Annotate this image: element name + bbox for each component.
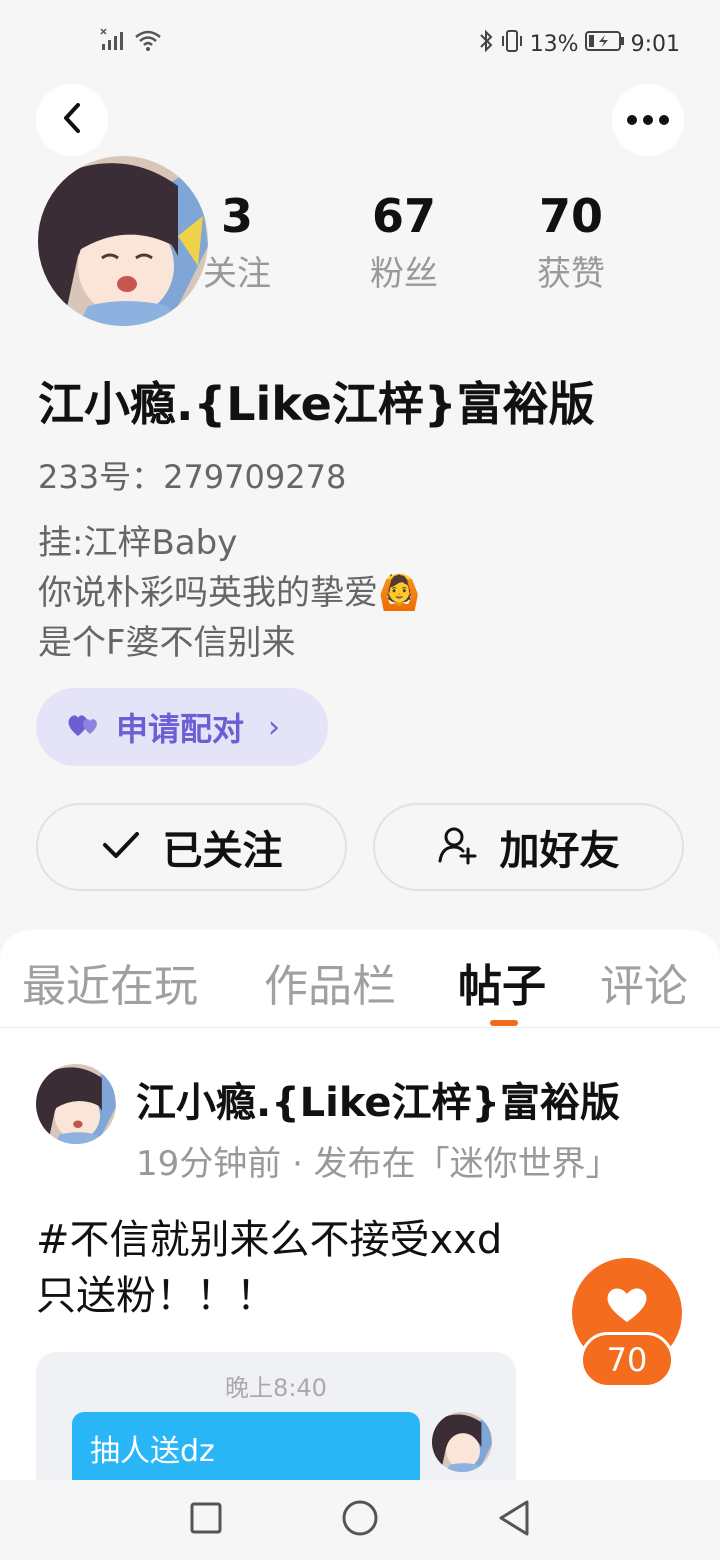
apply-pair-label: 申请配对 [116,710,245,748]
tab-comments[interactable]: 评论 [600,950,688,1014]
vibrate-icon [500,28,524,60]
stat-fans-value: 67 [371,189,436,243]
active-tab-indicator [490,1020,518,1026]
status-bar: 13% 9:01 [0,0,720,84]
home-button[interactable] [340,1500,380,1540]
check-icon [101,830,141,864]
back-button[interactable] [36,84,108,156]
add-friend-label: 加好友 [499,828,620,874]
chevron-left-icon [57,101,87,139]
stat-likes-value: 70 [538,189,603,243]
stat-following-label: 关注 [203,254,271,294]
like-count: 70 [580,1332,674,1388]
square-icon [189,1501,223,1539]
post-text[interactable]: #不信就别来么不接受xxd 只送粉！！！ [36,1212,502,1324]
post-image-bubble: 抽人送dz [72,1412,420,1490]
post-author-avatar[interactable] [36,1064,116,1144]
add-user-icon [438,825,478,869]
battery-icon [584,30,625,58]
tab-posts[interactable]: 帖子 [458,950,546,1014]
stat-fans-label: 粉丝 [370,254,438,294]
circle-icon [341,1499,379,1541]
followed-label: 已关注 [162,828,283,874]
bluetooth-icon [478,28,494,60]
nav-back-button[interactable] [494,1500,534,1540]
stat-likes-label: 获赞 [537,254,605,294]
signal-icon [100,28,126,56]
post-image-time: 晚上8:40 [225,1374,327,1402]
tab-bar: 最近在玩 作品栏 帖子 评论 [0,930,720,1028]
triangle-back-icon [497,1499,531,1541]
add-friend-button[interactable]: 加好友 [373,803,684,891]
post-author-name[interactable]: 江小瘾.{Like江梓}富裕版 [136,1070,620,1128]
stat-following[interactable]: 3 关注 [167,186,307,300]
profile-username: 江小瘾.{Like江梓}富裕版 [38,377,595,431]
content-panel: 最近在玩 作品栏 帖子 评论 江小瘾.{Like江梓}富裕版 19分钟前 · 发… [0,930,720,1490]
post-meta: 19分钟前 · 发布在「迷你世界」 [136,1144,620,1184]
more-dots-icon [626,111,670,130]
stat-fans[interactable]: 67 粉丝 [334,186,474,300]
tab-works[interactable]: 作品栏 [264,950,396,1014]
profile-uid: 233号：279709278 [38,458,347,496]
heart-icon [604,1284,650,1328]
profile-bio: 挂:江梓Baby 你说朴彩吗英我的挚爱🙆 是个F婆不信别来 [38,523,421,663]
chevron-right-icon: › [268,709,281,745]
post-image-bubble-text: 抽人送dz [90,1434,215,1469]
stat-likes[interactable]: 70 获赞 [501,186,641,300]
profile-page: 13% 9:01 3 关注 67 粉丝 70 获赞 江小瘾.{Like江梓}富裕… [0,0,720,1560]
wifi-icon [134,28,162,56]
clock: 9:01 [630,31,680,57]
post-image[interactable]: 晚上8:40 抽人送dz [36,1352,516,1490]
tab-recently-played[interactable]: 最近在玩 [22,950,198,1014]
apply-pair-button[interactable]: 申请配对 › [36,688,328,766]
battery-percent: 13% [529,31,579,57]
more-button[interactable] [612,84,684,156]
followed-button[interactable]: 已关注 [36,803,347,891]
system-nav-bar [0,1480,720,1560]
recent-apps-button[interactable] [186,1500,226,1540]
post-image-avatar [432,1412,492,1472]
pair-hearts-icon [66,710,102,744]
stat-following-value: 3 [220,189,253,243]
